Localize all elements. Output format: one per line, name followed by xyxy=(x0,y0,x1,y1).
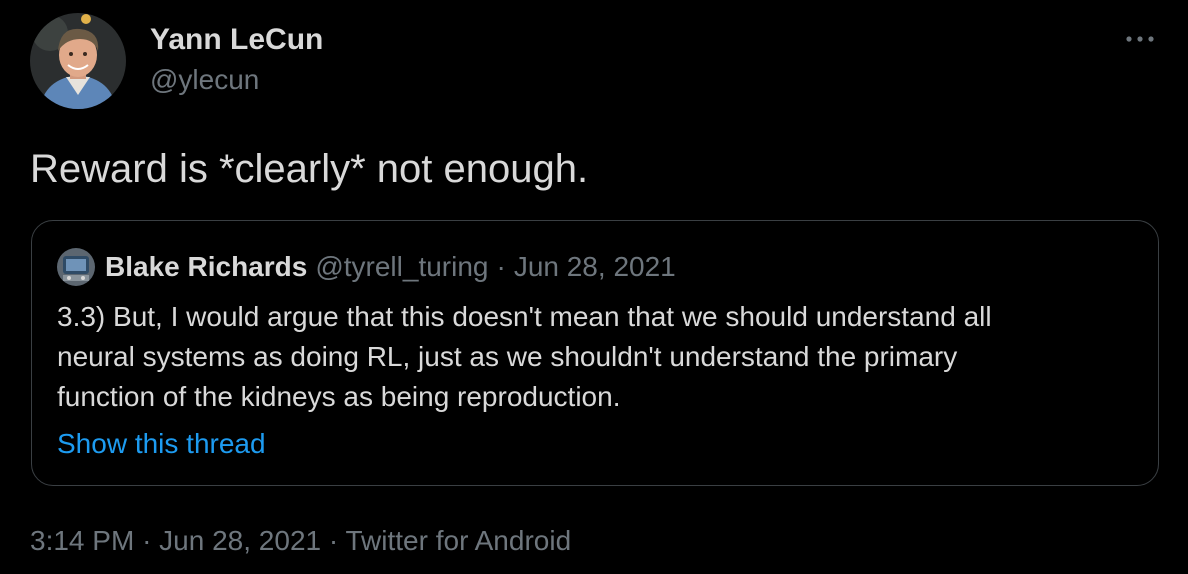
quoted-tweet-text: 3.3) But, I would argue that this doesn'… xyxy=(57,297,1137,417)
tweet: Yann LeCun @ylecun Reward is *clearly* n… xyxy=(0,0,1188,574)
ellipsis-icon xyxy=(1126,36,1154,42)
quoted-tweet-text-line: function of the kidneys as being reprodu… xyxy=(57,381,621,412)
quoted-tweet-text-line: 3.3) But, I would argue that this doesn'… xyxy=(57,301,992,332)
meta-separator: · xyxy=(496,251,506,282)
tweet-text: Reward is *clearly* not enough. xyxy=(30,147,589,191)
author-handle[interactable]: @ylecun xyxy=(150,63,259,97)
quoted-author-avatar-icon xyxy=(57,248,95,286)
quoted-author-name: Blake Richards xyxy=(105,251,308,282)
more-options-button[interactable] xyxy=(1122,24,1158,54)
quoted-tweet-date: Jun 28, 2021 xyxy=(513,251,676,282)
quoted-tweet-text-line: neural systems as doing RL, just as we s… xyxy=(57,341,958,372)
quoted-tweet-header: Blake Richards @tyrell_turing · Jun 28, … xyxy=(57,248,676,286)
quoted-author-handle: @tyrell_turing xyxy=(315,251,489,282)
tweet-time[interactable]: 3:14 PM xyxy=(30,525,134,556)
footer-separator: · xyxy=(328,525,339,556)
tweet-date[interactable]: Jun 28, 2021 xyxy=(159,525,321,556)
tweet-source[interactable]: Twitter for Android xyxy=(345,525,571,556)
show-thread-link[interactable]: Show this thread xyxy=(57,426,266,462)
quoted-tweet-card[interactable]: Blake Richards @tyrell_turing · Jun 28, … xyxy=(31,220,1159,486)
author-avatar-icon[interactable] xyxy=(30,13,126,109)
footer-separator: · xyxy=(142,525,152,556)
tweet-footer: 3:14 PM · Jun 28, 2021 · Twitter for And… xyxy=(30,522,571,560)
author-name[interactable]: Yann LeCun xyxy=(150,23,323,57)
